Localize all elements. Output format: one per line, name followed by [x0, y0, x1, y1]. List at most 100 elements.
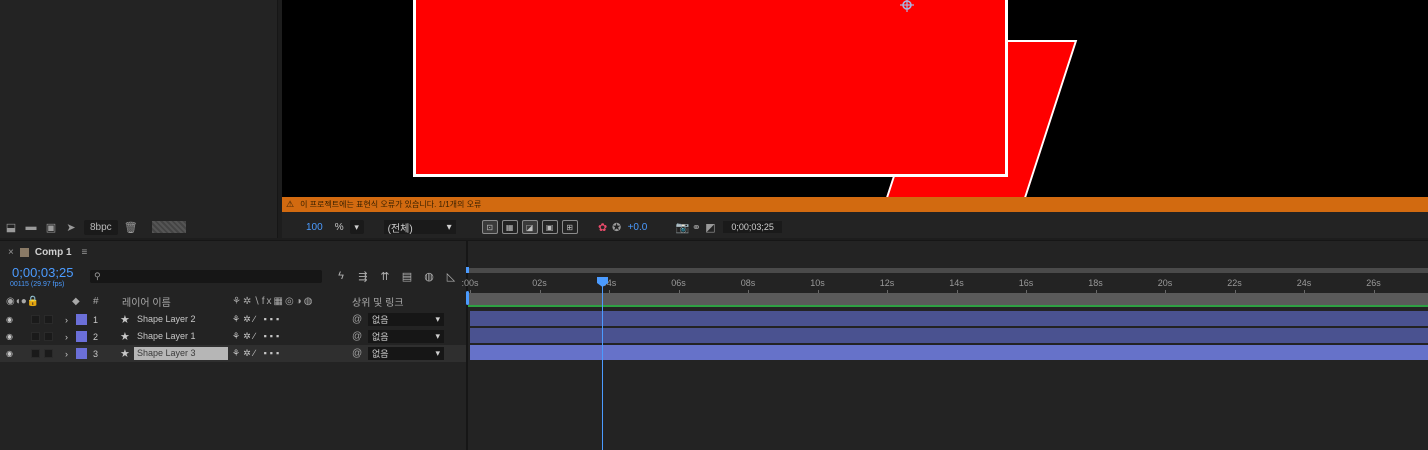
- layer-number: 1: [93, 314, 99, 325]
- audio-switch[interactable]: [31, 332, 40, 341]
- comp-flowchart-icon[interactable]: ⇶: [356, 269, 370, 283]
- viewer-current-time[interactable]: 0;00;03;25: [723, 221, 782, 233]
- zoom-dropdown[interactable]: ▾: [349, 220, 364, 234]
- layer-number: 3: [93, 348, 99, 359]
- search-icon: ⚲: [94, 271, 101, 281]
- comp-duration-bar: [468, 293, 1428, 307]
- twirl-down-icon[interactable]: ›: [65, 349, 68, 359]
- current-time-display[interactable]: 0;00;03;25: [12, 265, 73, 280]
- layer-duration-bar[interactable]: [470, 328, 1428, 343]
- channel-button[interactable]: ⊞: [561, 220, 578, 234]
- parent-select[interactable]: 없음 ▾: [368, 313, 444, 326]
- audio-switch[interactable]: [31, 349, 40, 358]
- lightning-icon[interactable]: ϟ: [334, 269, 348, 283]
- ruler-tick-label: 14s: [949, 278, 964, 288]
- parent-value: 없음: [372, 315, 389, 325]
- ruler-tick-label: 02s: [532, 278, 547, 288]
- comp-tab[interactable]: × Comp 1 ≡: [8, 247, 87, 258]
- grid-guide-button[interactable]: ▣: [541, 220, 558, 234]
- new-folder-icon[interactable]: ▬: [24, 220, 38, 234]
- layer-duration-bar[interactable]: [470, 311, 1428, 326]
- eye-icon[interactable]: ◉: [6, 332, 13, 341]
- label-color-swatch[interactable]: [76, 314, 87, 325]
- layer-switches[interactable]: ⚘✲∕ ▪▪▪: [232, 348, 282, 359]
- graph-editor-icon[interactable]: ◺: [444, 269, 458, 283]
- comp-start-marker[interactable]: [466, 291, 469, 305]
- ruler-tick-label: 24s: [1296, 278, 1312, 288]
- transparency-grid-button[interactable]: ▦: [501, 220, 518, 234]
- layer-row[interactable]: ◉ › 2 ★ Shape Layer 1 ⚘✲∕ ▪▪▪ @ 없음 ▾: [0, 328, 466, 345]
- project-footer: ⬓ ▬ ▣ ➤ 8bpc 🗑: [0, 216, 278, 238]
- eye-icon[interactable]: ◉: [6, 349, 13, 358]
- channel-toggle-icon[interactable]: ◩: [703, 220, 717, 234]
- bit-depth-button[interactable]: 8bpc: [84, 219, 118, 235]
- layer-name-header[interactable]: 레이어 이름: [122, 294, 171, 309]
- color-channels-icon[interactable]: ✿: [596, 220, 610, 234]
- trash-icon[interactable]: 🗑: [124, 220, 138, 234]
- time-ruler[interactable]: :00s 02s 04s 06s 08s 10s 12s 14s 16s 18s 20s 22s 24s…: [461, 266, 1428, 294]
- twirl-down-icon[interactable]: ›: [65, 332, 68, 342]
- layer-switches[interactable]: ⚘✲∕ ▪▪▪: [232, 331, 282, 342]
- exposure-value[interactable]: +0.0: [628, 219, 648, 235]
- motion-blur-icon[interactable]: ◍: [422, 269, 436, 283]
- audio-switch[interactable]: [31, 315, 40, 324]
- hash-header: #: [93, 295, 99, 307]
- project-panel: ⬓ ▬ ▣ ➤ 8bpc 🗑: [0, 0, 278, 238]
- solo-switch[interactable]: [44, 349, 53, 358]
- expression-warning-bar[interactable]: ⚠ 이 프로젝트에는 표현식 오류가 있습니다. 1/1개의 오류: [282, 197, 1428, 212]
- av-features-icons: ◉◖●🔒: [6, 295, 40, 307]
- resolution-value: (전체): [387, 223, 413, 235]
- label-color-swatch[interactable]: [76, 331, 87, 342]
- layer-row-selected[interactable]: ◉ › 3 ★ Shape Layer 3 ⚘✲∕ ▪▪▪ @ 없음 ▾: [0, 345, 466, 362]
- frame-count-fps: 00115 (29.97 fps): [10, 281, 65, 288]
- layer-column-header: ◉◖●🔒 ◆ # 레이어 이름 ⚘✲∖fx▦◎◑◍ 상위 및 링크: [0, 293, 466, 309]
- viewer-toolbar: 100 % ▾ (전체) ▾ ⊡ ▦ ◪ ▣ ⊞ ✿ ✪ +0.0 📷 ⚭ ◩ …: [282, 216, 1428, 238]
- comp-color-swatch: [19, 248, 29, 257]
- flowchart-icon[interactable]: ➤: [64, 220, 78, 234]
- close-icon[interactable]: ×: [8, 247, 14, 258]
- playhead-line[interactable]: [602, 281, 603, 450]
- mask-visibility-button[interactable]: ◪: [521, 220, 538, 234]
- pick-whip-icon[interactable]: @: [352, 314, 362, 325]
- pick-whip-icon[interactable]: @: [352, 348, 362, 359]
- region-of-interest-button[interactable]: ⊡: [481, 220, 498, 234]
- layer-search-input[interactable]: ⚲: [90, 270, 322, 283]
- warning-icon: ⚠: [286, 199, 295, 209]
- twirl-down-icon[interactable]: ›: [65, 315, 68, 325]
- layer-switches[interactable]: ⚘✲∕ ▪▪▪: [232, 314, 282, 325]
- shy-layers-icon[interactable]: ⇈: [378, 269, 392, 283]
- snapshot-icon[interactable]: 📷: [675, 220, 689, 234]
- chevron-down-icon: ▾: [435, 331, 440, 341]
- anchor-point-icon: [900, 0, 914, 12]
- parent-select[interactable]: 없음 ▾: [368, 347, 444, 360]
- menu-icon[interactable]: ≡: [82, 247, 88, 258]
- exposure-reset-icon[interactable]: ✪: [610, 220, 624, 234]
- eye-icon[interactable]: ◉: [6, 315, 13, 324]
- zoom-value[interactable]: 100: [306, 219, 323, 235]
- new-composition-icon[interactable]: ▣: [44, 220, 58, 234]
- pick-whip-icon[interactable]: @: [352, 331, 362, 342]
- composition-canvas[interactable]: ⚠ 이 프로젝트에는 표현식 오류가 있습니다. 1/1개의 오류: [282, 0, 1428, 212]
- chevron-down-icon: ▾: [435, 314, 440, 324]
- show-snapshot-icon[interactable]: ⚭: [689, 220, 703, 234]
- label-color-swatch[interactable]: [76, 348, 87, 359]
- solo-switch[interactable]: [44, 315, 53, 324]
- parent-value: 없음: [372, 332, 389, 342]
- layer-row[interactable]: ◉ › 1 ★ Shape Layer 2 ⚘✲∕ ▪▪▪ @ 없음 ▾: [0, 311, 466, 328]
- switches-header-icons: ⚘✲∖fx▦◎◑◍: [232, 295, 315, 307]
- frame-blending-icon[interactable]: ▤: [400, 269, 414, 283]
- shape-layer-front: [413, 0, 1008, 177]
- layer-name[interactable]: Shape Layer 2: [134, 313, 228, 326]
- layer-name[interactable]: Shape Layer 1: [134, 330, 228, 343]
- parent-value: 없음: [372, 349, 389, 359]
- layer-name[interactable]: Shape Layer 3: [134, 347, 228, 360]
- solo-switch[interactable]: [44, 332, 53, 341]
- resolution-select[interactable]: (전체) ▾: [383, 220, 456, 235]
- parent-select[interactable]: 없음 ▾: [368, 330, 444, 343]
- interpret-footage-icon[interactable]: ⬓: [4, 220, 18, 234]
- thumbnail-swatch: [151, 221, 186, 233]
- timeline-switches: ϟ ⇶ ⇈ ▤ ◍ ◺: [334, 269, 458, 283]
- shape-layer-icon: ★: [120, 331, 130, 343]
- layer-duration-bar-selected[interactable]: [470, 345, 1428, 360]
- timeline-panel: × Comp 1 ≡ 0;00;03;25 00115 (29.97 fps) …: [0, 240, 1428, 450]
